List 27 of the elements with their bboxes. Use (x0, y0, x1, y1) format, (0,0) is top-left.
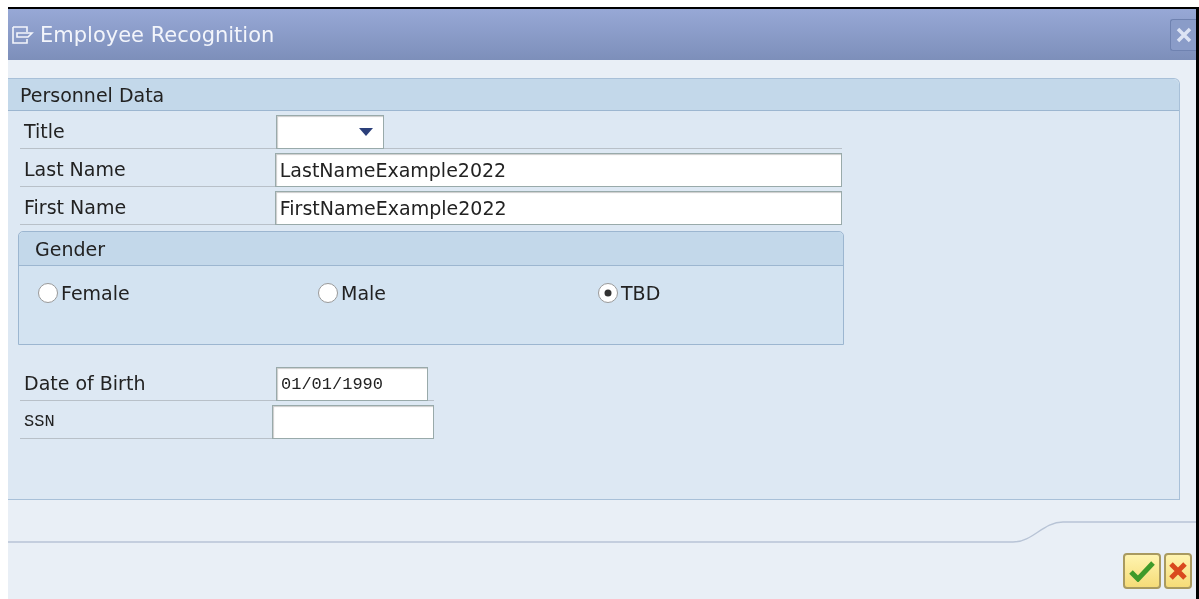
close-button[interactable] (1170, 18, 1196, 51)
input-field[interactable] (272, 405, 434, 439)
close-icon (1168, 561, 1188, 581)
input-field[interactable]: 01/01/1990 (276, 367, 428, 401)
radio-label: TBD (621, 282, 661, 304)
cancel-button[interactable] (1164, 553, 1192, 589)
input-field[interactable]: FirstNameExample2022 (274, 191, 842, 225)
field-label: SSN (23, 411, 56, 431)
caret-icon (359, 128, 373, 136)
radio-label: Male (341, 282, 386, 304)
radio-button[interactable] (37, 282, 59, 304)
confirm-button[interactable] (1123, 553, 1161, 589)
group-title: Gender (35, 237, 106, 260)
window-title: Employee Recognition (40, 22, 275, 47)
field-label: First Name (23, 196, 128, 218)
dropdown-field[interactable] (276, 115, 384, 149)
field-label: Last Name (23, 158, 127, 180)
window-icon (12, 24, 34, 45)
section-title: Personnel Data (8, 79, 1179, 111)
radio-label: Female (61, 282, 130, 304)
radio-button[interactable] (317, 282, 339, 304)
close-icon (1175, 26, 1192, 43)
check-icon (1129, 560, 1155, 582)
field-label: Title (23, 120, 66, 142)
radio-button[interactable] (597, 282, 619, 304)
field-label: Date of Birth (23, 372, 147, 394)
input-field[interactable]: LastNameExample2022 (274, 153, 842, 187)
